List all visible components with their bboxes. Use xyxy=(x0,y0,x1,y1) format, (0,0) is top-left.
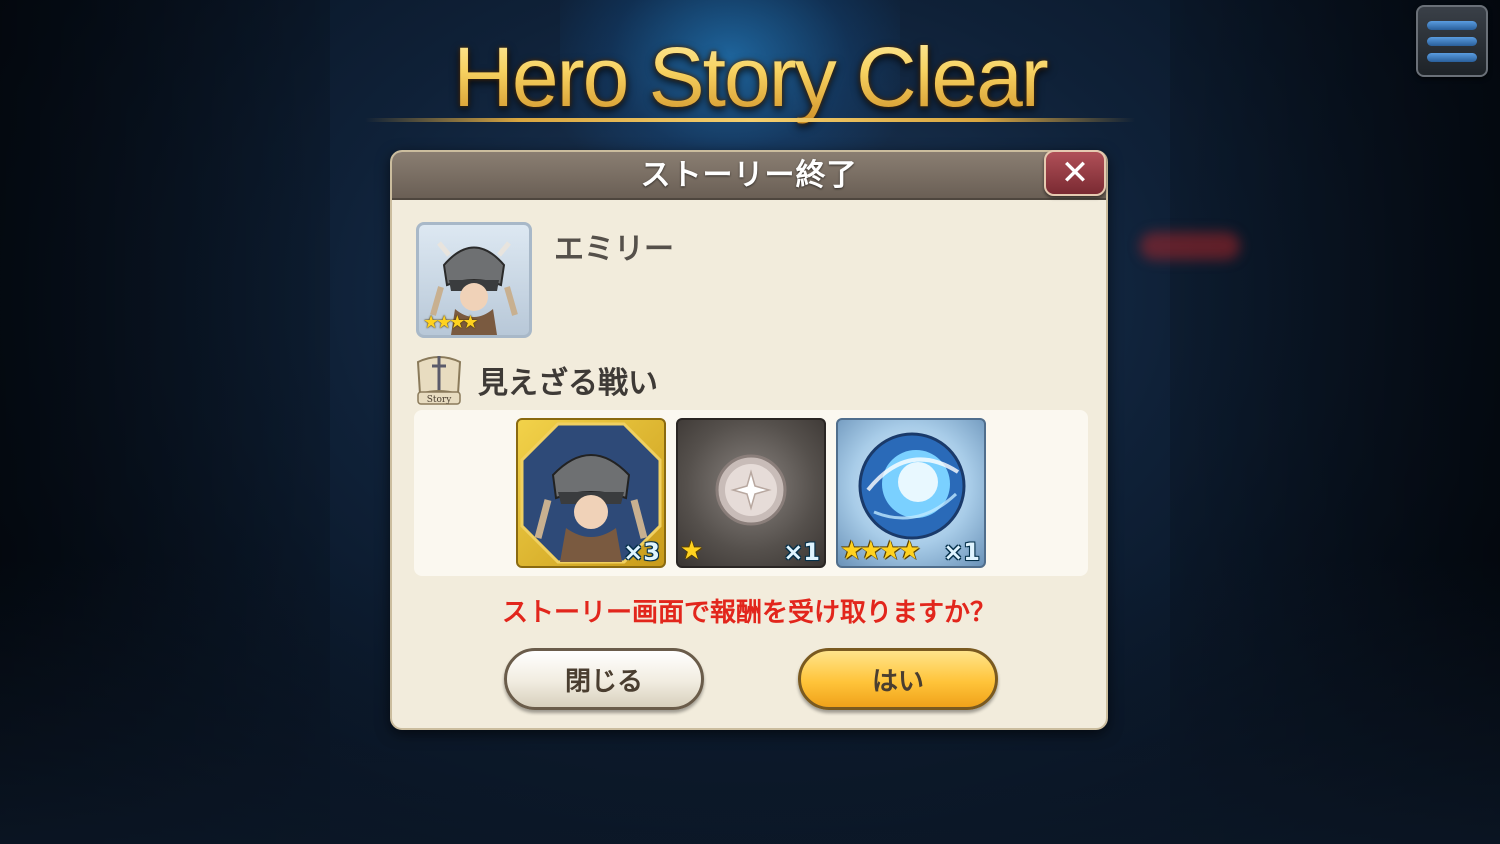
close-button[interactable]: ✕ xyxy=(1044,150,1106,196)
reward-item-silver-medal[interactable]: ★ ×1 xyxy=(676,418,826,568)
reward-item-blue-orb[interactable]: ★★★★ ×1 xyxy=(836,418,986,568)
reward-rarity-stars: ★ xyxy=(680,536,703,566)
story-icon-label: Story xyxy=(427,395,453,405)
rewards-panel: ×3 ★ ×1 ★★★★ ×1 xyxy=(414,410,1088,576)
reward-item-hero-shard[interactable]: ×3 xyxy=(516,418,666,568)
menu-icon-bar xyxy=(1427,52,1477,62)
background-light xyxy=(1140,232,1240,260)
reward-rarity-stars: ★★★★ xyxy=(840,536,921,566)
close-icon: ✕ xyxy=(1060,153,1090,193)
menu-icon-bar xyxy=(1427,20,1477,30)
story-clear-dialog: ストーリー終了 ★★★★ エミリー Story 見えざる戦い ×3 ★ ×1 ★… xyxy=(390,150,1108,730)
menu-button[interactable] xyxy=(1416,5,1488,77)
hero-portrait: ★★★★ xyxy=(416,222,532,338)
title-underline xyxy=(365,118,1135,122)
menu-icon-bar xyxy=(1427,36,1477,46)
hero-name: エミリー xyxy=(554,232,674,267)
close-dialog-button[interactable]: 閉じる xyxy=(504,648,704,710)
reward-count: ×3 xyxy=(623,538,660,566)
reward-count: ×1 xyxy=(943,538,980,566)
page-title: Hero Story Clear xyxy=(375,22,1125,132)
dialog-title: ストーリー終了 xyxy=(640,158,858,193)
receive-reward-prompt: ストーリー画面で報酬を受け取りますか？ xyxy=(501,598,996,628)
yes-button[interactable]: はい xyxy=(798,648,998,710)
story-name: 見えざる戦い xyxy=(478,366,658,401)
hero-rarity-stars: ★★★★ xyxy=(423,312,479,333)
reward-count: ×1 xyxy=(783,538,820,566)
story-icon: Story xyxy=(416,356,462,405)
